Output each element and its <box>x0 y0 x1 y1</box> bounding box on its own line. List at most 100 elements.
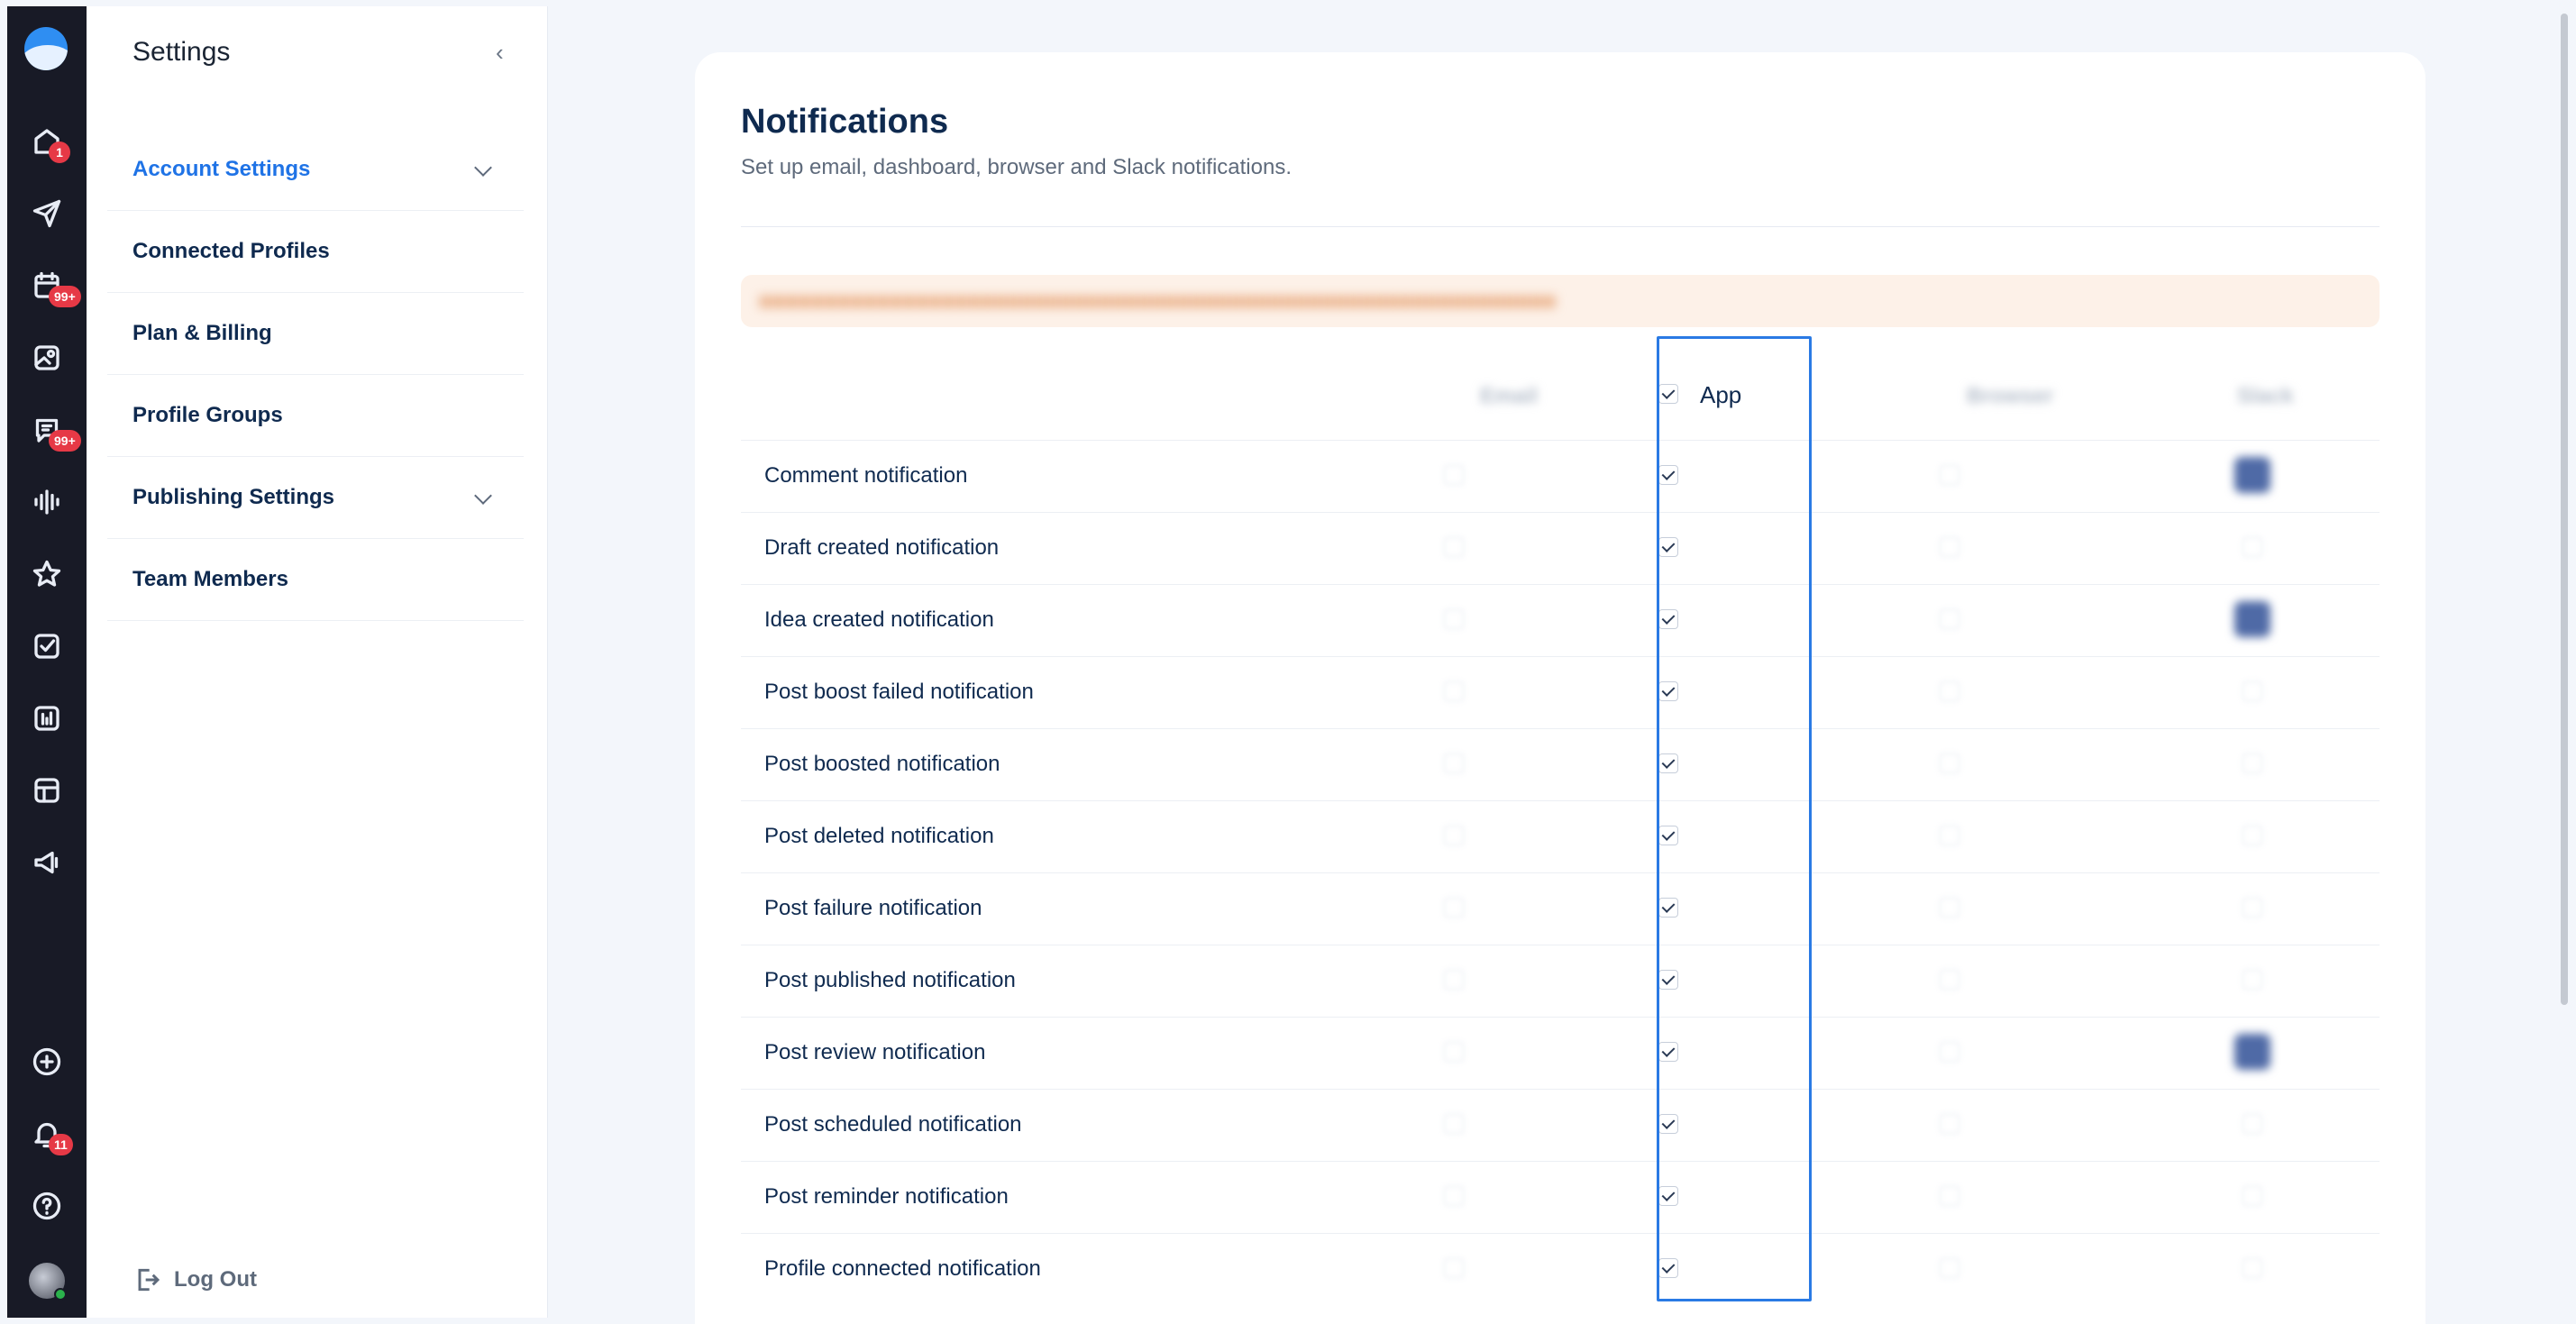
column-header-blurred: Email <box>1480 384 1539 408</box>
logout-button[interactable]: Log Out <box>132 1265 257 1294</box>
app-notification-checkbox[interactable] <box>1658 1186 1678 1206</box>
menu-item-plan-billing[interactable]: Plan & Billing <box>107 293 524 375</box>
home-icon[interactable]: 1 <box>29 123 70 163</box>
page-scrollbar[interactable] <box>2558 6 2571 1318</box>
email-checkbox-blurred[interactable] <box>1444 537 1464 557</box>
notification-badge: 11 <box>49 1134 73 1155</box>
slack-checkbox-blurred[interactable] <box>2243 1114 2262 1134</box>
column-header-blurred: Slack <box>2237 384 2294 408</box>
email-checkbox-blurred[interactable] <box>1444 1114 1464 1134</box>
add-circle-icon[interactable] <box>29 1044 65 1080</box>
page-subtitle: Set up email, dashboard, browser and Sla… <box>741 155 1293 179</box>
user-avatar[interactable] <box>29 1263 67 1301</box>
slack-checkbox-blurred[interactable] <box>2243 753 2262 773</box>
app-notification-checkbox[interactable] <box>1658 898 1678 918</box>
notification-label: Post reminder notification <box>764 1184 1009 1209</box>
app-notification-checkbox[interactable] <box>1658 537 1678 557</box>
bell-icon[interactable]: 11 <box>29 1116 73 1155</box>
online-status-dot <box>54 1288 67 1301</box>
menu-item-team-members[interactable]: Team Members <box>107 539 524 621</box>
browser-checkbox-blurred[interactable] <box>1940 681 1959 701</box>
email-checkbox-blurred[interactable] <box>1444 609 1464 629</box>
collapse-sidebar-button[interactable]: ‹ <box>496 41 517 64</box>
browser-checkbox-blurred[interactable] <box>1940 537 1959 557</box>
app-notification-checkbox[interactable] <box>1658 826 1678 845</box>
email-checkbox-blurred[interactable] <box>1444 753 1464 773</box>
divider <box>741 226 2380 227</box>
media-icon[interactable] <box>29 340 65 376</box>
table-row: Draft created notification <box>741 512 2380 584</box>
table-header: Email App Browser Slack <box>741 339 2380 440</box>
menu-item-label: Plan & Billing <box>132 321 272 345</box>
browser-checkbox-blurred[interactable] <box>1940 1258 1959 1278</box>
slack-checkbox-blurred[interactable] <box>2243 826 2262 845</box>
star-icon[interactable] <box>29 556 65 592</box>
email-checkbox-blurred[interactable] <box>1444 1042 1464 1062</box>
menu-item-connected-profiles[interactable]: Connected Profiles <box>107 211 524 293</box>
slack-toggle-blurred[interactable] <box>2234 457 2270 493</box>
browser-checkbox-blurred[interactable] <box>1940 465 1959 485</box>
app-notification-checkbox[interactable] <box>1658 681 1678 701</box>
column-header-app: App <box>1700 381 1742 408</box>
email-checkbox-blurred[interactable] <box>1444 465 1464 485</box>
notification-label: Idea created notification <box>764 607 994 632</box>
calendar-icon[interactable]: 99+ <box>29 268 81 307</box>
slack-toggle-blurred[interactable] <box>2234 1034 2270 1070</box>
menu-item-account-settings[interactable]: Account Settings <box>107 129 524 211</box>
app-notification-checkbox[interactable] <box>1658 609 1678 629</box>
menu-item-profile-groups[interactable]: Profile Groups <box>107 375 524 457</box>
scrollbar-thumb[interactable] <box>2561 14 2568 1005</box>
browser-checkbox-blurred[interactable] <box>1940 970 1959 990</box>
app-notification-checkbox[interactable] <box>1658 970 1678 990</box>
browser-checkbox-blurred[interactable] <box>1940 898 1959 918</box>
help-icon[interactable] <box>29 1188 65 1224</box>
select-all-app-checkbox[interactable] <box>1658 384 1678 404</box>
table-row: Post deleted notification <box>741 800 2380 872</box>
menu-item-label: Connected Profiles <box>132 239 330 263</box>
slack-checkbox-blurred[interactable] <box>2243 1186 2262 1206</box>
slack-checkbox-blurred[interactable] <box>2243 970 2262 990</box>
table-row: Post boosted notification <box>741 728 2380 800</box>
notifications-table: Email App Browser Slack Comment notifica… <box>741 339 2380 1305</box>
slack-checkbox-blurred[interactable] <box>2243 898 2262 918</box>
menu-item-publishing-settings[interactable]: Publishing Settings <box>107 457 524 539</box>
slack-checkbox-blurred[interactable] <box>2243 1258 2262 1278</box>
app-logo[interactable] <box>24 27 68 70</box>
slack-checkbox-blurred[interactable] <box>2243 537 2262 557</box>
notification-label: Post deleted notification <box>764 824 994 848</box>
browser-checkbox-blurred[interactable] <box>1940 1042 1959 1062</box>
browser-checkbox-blurred[interactable] <box>1940 1114 1959 1134</box>
app-notification-checkbox[interactable] <box>1658 465 1678 485</box>
email-checkbox-blurred[interactable] <box>1444 826 1464 845</box>
email-checkbox-blurred[interactable] <box>1444 898 1464 918</box>
email-checkbox-blurred[interactable] <box>1444 681 1464 701</box>
chat-icon[interactable]: 99+ <box>29 412 81 452</box>
table-row: Post published notification <box>741 945 2380 1017</box>
browser-checkbox-blurred[interactable] <box>1940 1186 1959 1206</box>
browser-checkbox-blurred[interactable] <box>1940 826 1959 845</box>
app-notification-checkbox[interactable] <box>1658 1114 1678 1134</box>
chevron-down-icon <box>474 159 492 177</box>
app-notification-checkbox[interactable] <box>1658 1258 1678 1278</box>
app-notification-checkbox[interactable] <box>1658 753 1678 773</box>
waveform-icon[interactable] <box>29 484 65 520</box>
info-banner: ■■■■■■■■■■■■■■■■■■■■■■■■■■■■■■■■■■■■■■■■… <box>741 275 2380 327</box>
email-checkbox-blurred[interactable] <box>1444 1186 1464 1206</box>
email-checkbox-blurred[interactable] <box>1444 970 1464 990</box>
app-notification-checkbox[interactable] <box>1658 1042 1678 1062</box>
megaphone-icon[interactable] <box>29 845 65 881</box>
slack-toggle-blurred[interactable] <box>2234 601 2270 637</box>
browser-checkbox-blurred[interactable] <box>1940 753 1959 773</box>
notification-label: Profile connected notification <box>764 1256 1041 1281</box>
task-check-icon[interactable] <box>29 628 65 664</box>
notifications-card: Notifications Set up email, dashboard, b… <box>695 52 2425 1324</box>
send-icon[interactable] <box>29 196 65 232</box>
email-checkbox-blurred[interactable] <box>1444 1258 1464 1278</box>
analytics-icon[interactable] <box>29 700 65 736</box>
browser-checkbox-blurred[interactable] <box>1940 609 1959 629</box>
notification-label: Post boosted notification <box>764 752 1000 776</box>
settings-sidebar: Settings ‹ Account Settings Connected Pr… <box>87 6 548 1318</box>
layout-icon[interactable] <box>29 772 65 808</box>
slack-checkbox-blurred[interactable] <box>2243 681 2262 701</box>
menu-item-label: Account Settings <box>132 157 311 181</box>
